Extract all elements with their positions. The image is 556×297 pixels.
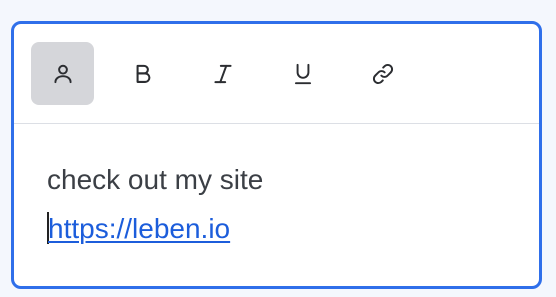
link-icon — [372, 63, 393, 84]
italic-button[interactable] — [191, 42, 254, 105]
bold-icon — [136, 64, 150, 83]
user-icon — [53, 64, 72, 83]
rich-text-editor: check out my site https://leben.io — [11, 21, 542, 289]
underline-button[interactable] — [271, 42, 334, 105]
bold-button[interactable] — [111, 42, 174, 105]
text-line: check out my site — [47, 164, 264, 195]
underline-icon — [294, 63, 311, 84]
editor-toolbar — [14, 24, 539, 124]
italic-icon — [213, 64, 232, 83]
mention-user-button[interactable] — [31, 42, 94, 105]
link-button[interactable] — [351, 42, 414, 105]
hyperlink[interactable]: https://leben.io — [48, 213, 230, 244]
link-line: https://leben.io — [47, 212, 230, 245]
